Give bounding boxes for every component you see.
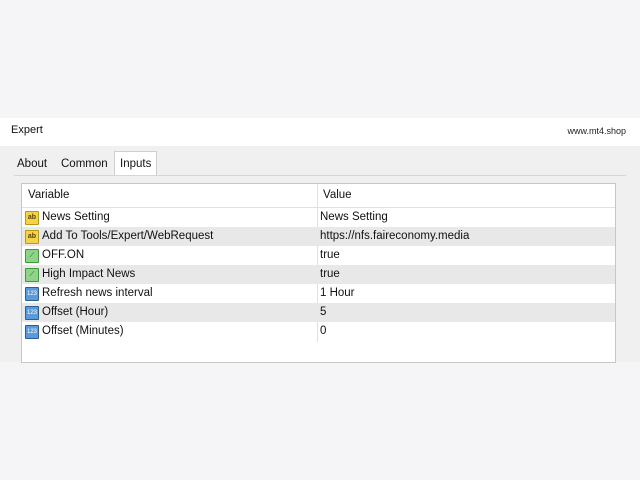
tab-inputs[interactable]: Inputs xyxy=(114,151,158,176)
variable-value[interactable]: News Setting xyxy=(320,211,388,223)
variable-value[interactable]: 5 xyxy=(320,306,326,318)
tab-common[interactable]: Common xyxy=(56,154,113,175)
table-header: Variable Value xyxy=(22,184,615,208)
window-title: Expert xyxy=(11,124,43,136)
table-row[interactable]: 123 Offset (Minutes) 0 xyxy=(22,322,615,341)
variable-value[interactable]: true xyxy=(320,268,340,280)
expert-dialog: Expert www.mt4.shop About Common Inputs … xyxy=(0,118,640,363)
number-type-icon: 123 xyxy=(25,325,39,339)
string-type-icon: ab xyxy=(25,230,39,244)
number-type-icon: 123 xyxy=(25,306,39,320)
variable-value[interactable]: https://nfs.faireconomy.media xyxy=(320,230,469,242)
table-row[interactable]: ⟋ OFF.ON true xyxy=(22,246,615,265)
table-row[interactable]: ⟋ High Impact News true xyxy=(22,265,615,284)
boolean-type-icon: ⟋ xyxy=(25,268,39,282)
variable-value[interactable]: 1 Hour xyxy=(320,287,355,299)
tab-about[interactable]: About xyxy=(12,154,52,175)
variable-name: Add To Tools/Expert/WebRequest xyxy=(42,230,214,242)
number-type-icon: 123 xyxy=(25,287,39,301)
table-row[interactable]: 123 Refresh news interval 1 Hour xyxy=(22,284,615,303)
title-bar: Expert www.mt4.shop xyxy=(0,118,640,146)
variable-name: High Impact News xyxy=(42,268,136,280)
tab-divider xyxy=(14,175,626,176)
table-row[interactable]: ab Add To Tools/Expert/WebRequest https:… xyxy=(22,227,615,246)
column-header-value[interactable]: Value xyxy=(323,189,352,201)
column-header-variable[interactable]: Variable xyxy=(28,189,69,201)
variable-name: OFF.ON xyxy=(42,249,85,261)
table-row[interactable]: 123 Offset (Hour) 5 xyxy=(22,303,615,322)
string-type-icon: ab xyxy=(25,211,39,225)
variable-value[interactable]: true xyxy=(320,249,340,261)
variable-value[interactable]: 0 xyxy=(320,325,326,337)
inputs-table: Variable Value ab News Setting News Sett… xyxy=(21,183,616,363)
variable-name: News Setting xyxy=(42,211,110,223)
variable-name: Refresh news interval xyxy=(42,287,153,299)
variable-name: Offset (Minutes) xyxy=(42,325,124,337)
watermark-site: www.mt4.shop xyxy=(567,126,626,136)
variable-name: Offset (Hour) xyxy=(42,306,109,318)
boolean-type-icon: ⟋ xyxy=(25,249,39,263)
table-row[interactable]: ab News Setting News Setting xyxy=(22,208,615,227)
